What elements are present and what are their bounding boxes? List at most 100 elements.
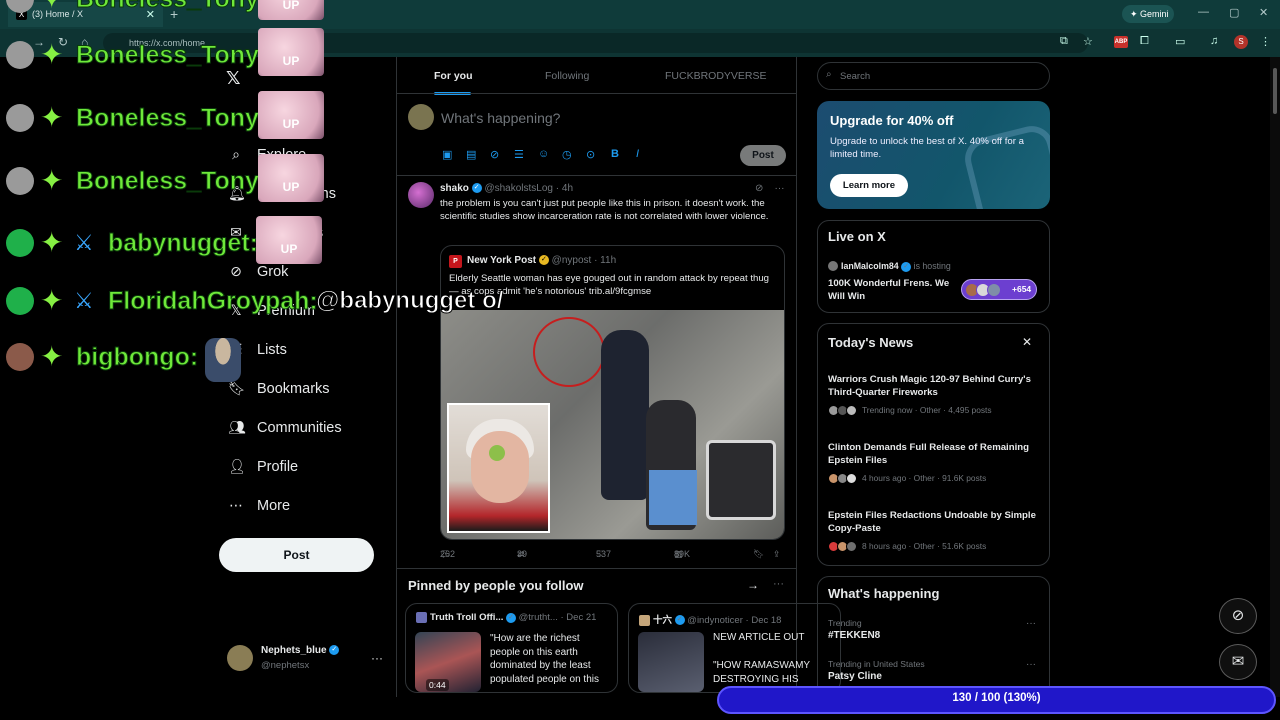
compose-avatar[interactable] xyxy=(408,104,434,130)
verified-badge-icon: ✓ xyxy=(901,261,912,272)
bookmark-button-icon[interactable]: 🔖︎ xyxy=(753,549,764,560)
upgrade-title: Upgrade for 40% off xyxy=(830,113,954,128)
messages-fab-icon[interactable]: ✉ xyxy=(1219,644,1257,680)
news-meta: Trending now · Other · 4,495 posts xyxy=(828,405,992,417)
schedule-icon[interactable]: ◷ xyxy=(562,148,572,161)
sword-badge-icon: ⚔ xyxy=(74,230,94,255)
pinned-text: NEW ARTICLE OUT xyxy=(713,632,805,643)
nav-item-communities[interactable]: 👥︎ Communities xyxy=(228,419,342,443)
search-icon: ⌕ xyxy=(232,146,240,162)
divider xyxy=(397,175,796,176)
verified-gold-badge-icon: ✓ xyxy=(538,255,549,266)
pinned-date: · Dec 21 xyxy=(560,612,597,624)
goal-progress-text: 130 / 100 (130%) xyxy=(952,692,1041,704)
search-input[interactable]: Search xyxy=(817,62,1050,90)
post-button[interactable]: Post xyxy=(219,538,374,572)
italic-icon[interactable]: I xyxy=(636,148,639,160)
live-title: Live on X xyxy=(828,229,886,244)
reply-count: 262 xyxy=(440,549,456,559)
browser-profile-avatar[interactable]: S xyxy=(1234,35,1248,49)
sparkle-badge-icon: ✦ xyxy=(40,227,64,258)
sparkle-badge-icon: ✦ xyxy=(40,102,64,133)
split-view-icon[interactable]: ▭ xyxy=(1175,35,1185,48)
grok-fab-icon[interactable]: ⊘ xyxy=(1219,598,1257,634)
tweet-more-icon[interactable]: ··· xyxy=(775,183,785,194)
pinned-section-title: Pinned by people you follow xyxy=(408,578,584,593)
gemini-button[interactable]: ✦ Gemini xyxy=(1122,5,1174,23)
nav-item-bookmarks[interactable]: 🔖︎ Bookmarks xyxy=(228,380,330,404)
grok-explain-icon[interactable]: ⊘ xyxy=(755,183,763,194)
tweet-menu: ⊘ ··· xyxy=(755,183,785,194)
trend-label: Trending in United States xyxy=(828,659,925,669)
tweet-time[interactable]: · 4h xyxy=(556,183,573,194)
tweet-author[interactable]: shako xyxy=(440,183,469,194)
pinned-card[interactable]: 十六 ✓ @indynoticer · Dec 18 NEW ARTICLE O… xyxy=(628,603,841,693)
bold-icon[interactable]: B xyxy=(611,148,619,160)
news-headline[interactable]: Epstein Files Redactions Undoable by Sim… xyxy=(828,509,1043,535)
media-controls-icon[interactable]: ♫ xyxy=(1210,35,1218,47)
chat-user-badge xyxy=(6,104,34,132)
person-icon: 👤︎ xyxy=(228,458,246,474)
trend-name[interactable]: #TEKKEN8 xyxy=(828,630,880,641)
tweet-author-avatar[interactable] xyxy=(408,182,434,208)
adblock-extension-icon[interactable]: ABP xyxy=(1114,36,1128,48)
chat-sprite-emote xyxy=(205,338,241,382)
nav-item-profile[interactable]: 👤︎ Profile xyxy=(228,458,298,482)
compose-input[interactable]: What's happening? xyxy=(441,110,560,126)
tab-following[interactable]: Following xyxy=(545,70,589,82)
trend-name[interactable]: Patsy Cline xyxy=(828,671,882,682)
browser-menu-icon[interactable]: ⋮ xyxy=(1260,35,1271,48)
nav-item-more[interactable]: ⋯ More xyxy=(228,497,290,521)
location-icon[interactable]: ⊙ xyxy=(586,148,595,161)
trend-label: Trending xyxy=(828,618,862,628)
learn-more-button[interactable]: Learn more xyxy=(830,174,908,197)
poll-icon[interactable]: ☰ xyxy=(514,148,524,161)
install-app-icon[interactable]: ⧉ xyxy=(1060,35,1068,48)
account-more-icon[interactable]: ··· xyxy=(371,651,383,665)
news-title: Today's News xyxy=(828,335,914,350)
bookmark-star-icon[interactable]: ☆ xyxy=(1083,35,1093,48)
listener-avatar xyxy=(987,283,1001,297)
live-space-title[interactable]: 100K Wonderful Frens. We Will Win xyxy=(828,277,953,303)
trend-more-icon[interactable]: ··· xyxy=(1026,659,1036,670)
grok-compose-icon[interactable]: ⊘ xyxy=(490,148,499,161)
scrollbar-thumb[interactable] xyxy=(1273,68,1277,114)
chat-user-badge xyxy=(6,343,34,371)
highlight-circle xyxy=(533,317,605,387)
news-avatars xyxy=(828,405,858,417)
chat-emote: UP xyxy=(258,28,324,76)
tweet-text: the problem is you can't just put people… xyxy=(440,198,769,223)
nav-item-label: Communities xyxy=(257,420,342,436)
pinned-article-thumbnail[interactable] xyxy=(638,632,704,692)
maximize-icon[interactable]: ▢ xyxy=(1229,6,1239,19)
tab-custom-list[interactable]: FUCKBRODYVERSE xyxy=(665,70,767,82)
compose-post-button[interactable]: Post xyxy=(740,145,786,166)
scrollbar[interactable] xyxy=(1270,57,1280,697)
grok-icon: ⊘ xyxy=(230,263,242,279)
nypost-avatar: P xyxy=(449,255,462,268)
repost-count: 39 xyxy=(517,549,528,559)
tab-for-you[interactable]: For you xyxy=(434,70,473,82)
account-switcher[interactable]: Nephets_blue ✓ xyxy=(261,645,340,656)
media-icon[interactable]: ▣ xyxy=(442,148,452,161)
share-icon[interactable]: ⇪ xyxy=(773,549,781,560)
news-headline[interactable]: Warriors Crush Magic 120-97 Behind Curry… xyxy=(828,373,1043,399)
gif-icon[interactable]: ▤ xyxy=(466,148,476,161)
news-avatars xyxy=(828,473,858,485)
minimize-icon[interactable]: — xyxy=(1198,6,1209,18)
quote-header: New York Post ✓ @nypost · 11h xyxy=(467,255,616,266)
news-headline[interactable]: Clinton Demands Full Release of Remainin… xyxy=(828,441,1043,467)
account-avatar[interactable] xyxy=(227,645,253,671)
emoji-icon[interactable]: ☺ xyxy=(538,148,549,160)
trend-more-icon[interactable]: ··· xyxy=(1026,618,1036,629)
extensions-icon[interactable]: ⧠ xyxy=(1140,35,1149,48)
arrow-right-icon[interactable]: → xyxy=(747,578,759,592)
chat-text: @babynugget o/ xyxy=(315,287,504,315)
nav-item-label: Bookmarks xyxy=(257,381,330,397)
close-window-icon[interactable]: ✕ xyxy=(1259,6,1268,19)
pinned-card[interactable]: Truth Troll Offi... ✓ @trutht... · Dec 2… xyxy=(405,603,618,693)
close-icon[interactable]: ✕ xyxy=(1022,335,1032,349)
account-handle: @nephetsx xyxy=(261,660,310,671)
quote-photo[interactable] xyxy=(441,310,784,539)
pinned-more-icon[interactable]: ··· xyxy=(773,578,784,590)
